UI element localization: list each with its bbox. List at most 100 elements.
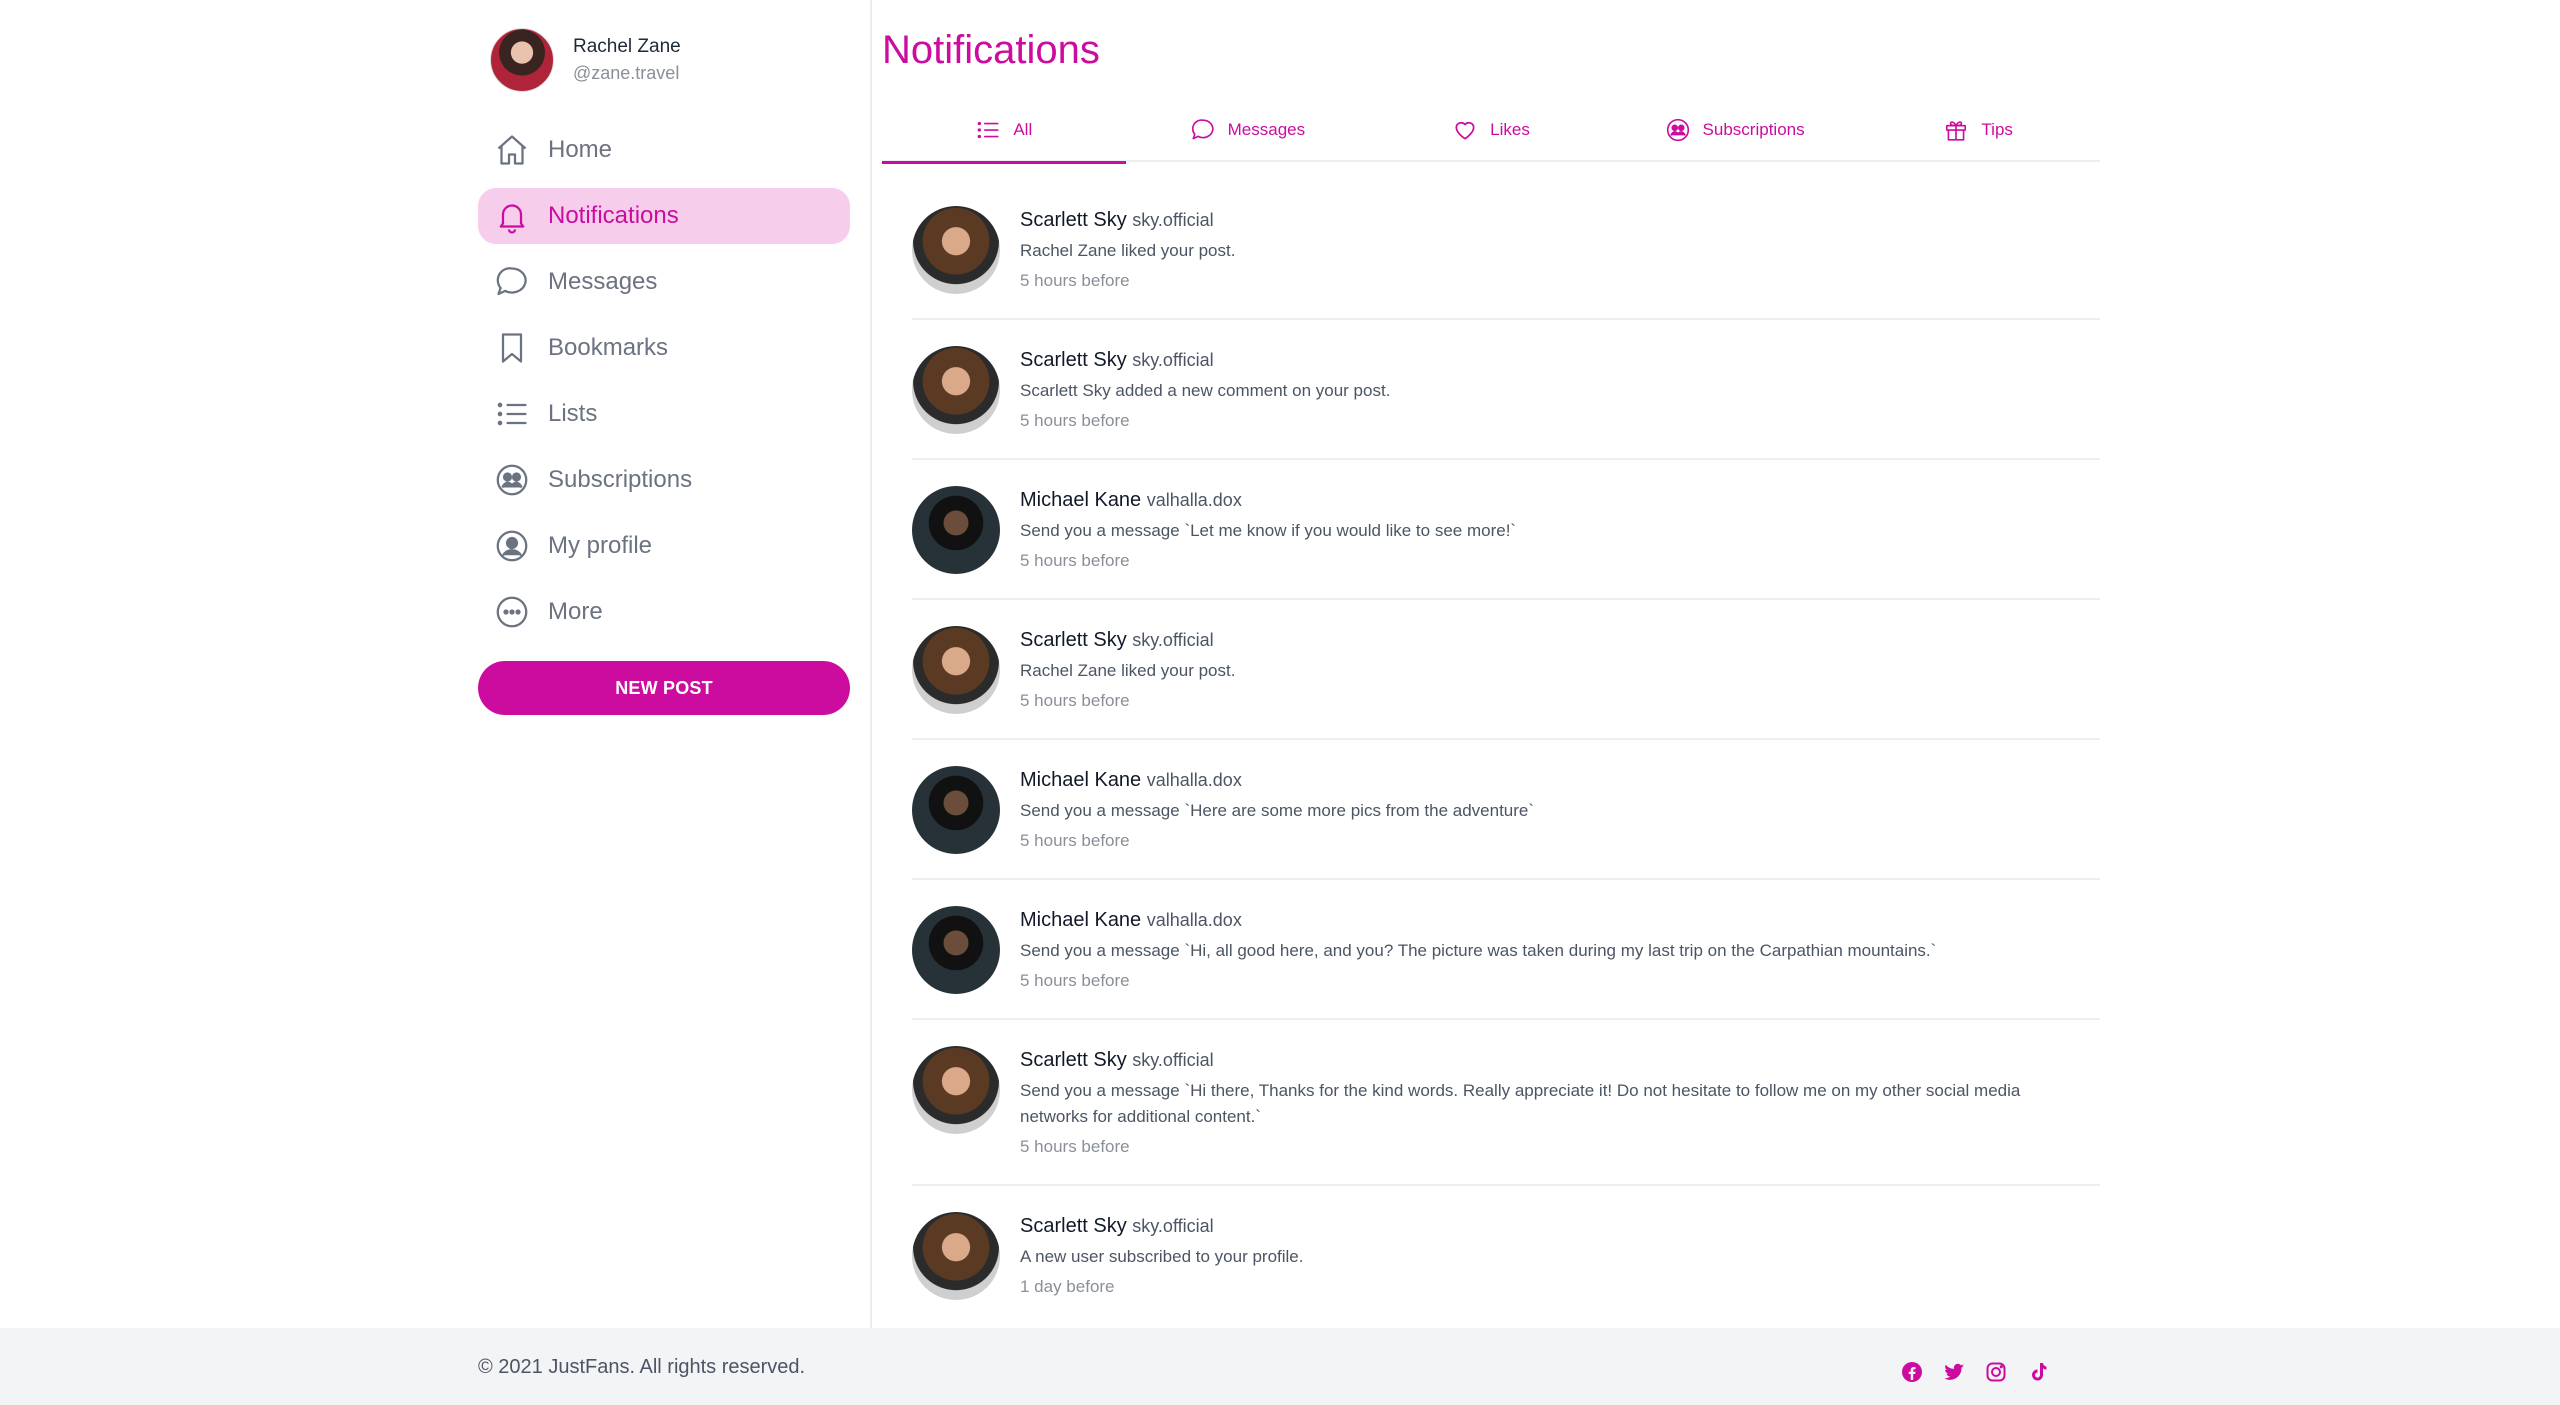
sidebar-item-label: More — [548, 598, 603, 625]
notification-item[interactable]: Scarlett Sky sky.official Send you a mess… — [912, 1020, 2100, 1186]
notification-user-name[interactable]: Scarlett Sky — [1020, 629, 1127, 651]
notification-item[interactable]: Scarlett Sky sky.official Rachel Zane lik… — [912, 180, 2100, 320]
notification-user-name[interactable]: Scarlett Sky — [1020, 349, 1127, 371]
user-handle: @zane.travel — [573, 63, 680, 83]
subscriptions-icon — [1665, 117, 1691, 143]
notification-item[interactable]: Scarlett Sky sky.official A new user subs… — [912, 1186, 2100, 1324]
tab-label: Likes — [1490, 120, 1530, 139]
avatar[interactable] — [490, 28, 554, 92]
tab-messages[interactable]: Messages — [1126, 98, 1370, 162]
notification-user-handle[interactable]: valhalla.dox — [1147, 490, 1242, 510]
list-icon — [494, 396, 530, 432]
avatar[interactable] — [912, 766, 1000, 854]
instagram-icon[interactable] — [1984, 1360, 2008, 1384]
page-title: Notifications — [882, 28, 1100, 72]
sidebar-item-subscriptions[interactable]: Subscriptions — [478, 452, 850, 508]
notification-body: Scarlett Sky sky.official Scarlett Sky ad… — [1020, 346, 1390, 434]
tab-label: Messages — [1227, 120, 1306, 139]
tab-tips[interactable]: Tips — [1856, 98, 2100, 162]
avatar[interactable] — [912, 906, 1000, 994]
notification-message: Send you a message `Here are some more p… — [1020, 801, 1535, 820]
sidebar-item-label: Subscriptions — [548, 466, 693, 493]
sidebar-item-bookmarks[interactable]: Bookmarks — [478, 320, 850, 376]
home-icon — [494, 132, 530, 168]
notification-message: Send you a message `Hi, all good here, a… — [1020, 941, 1937, 960]
avatar[interactable] — [912, 346, 1000, 434]
notification-time: 1 day before — [1020, 1277, 1115, 1296]
sidebar-nav: Home Notifications Messages Bookmarks Lists S… — [478, 122, 850, 650]
tab-likes[interactable]: Likes — [1369, 98, 1613, 162]
notification-item[interactable]: Michael Kane valhalla.dox Send you a mess… — [912, 740, 2100, 880]
avatar[interactable] — [912, 206, 1000, 294]
sidebar-item-label: Home — [548, 136, 613, 163]
notification-user-handle[interactable]: sky.official — [1132, 630, 1213, 650]
sidebar-item-home[interactable]: Home — [478, 122, 850, 178]
notification-user-name[interactable]: Michael Kane — [1020, 489, 1141, 511]
user-profile[interactable]: Rachel Zane @zane.travel — [490, 28, 681, 92]
notification-body: Michael Kane valhalla.dox Send you a mess… — [1020, 906, 1936, 994]
notification-user-name[interactable]: Michael Kane — [1020, 909, 1141, 931]
twitter-icon[interactable] — [1942, 1360, 1966, 1384]
sidebar-item-messages[interactable]: Messages — [478, 254, 850, 310]
notification-user-name[interactable]: Michael Kane — [1020, 769, 1141, 791]
notification-header: Scarlett Sky sky.official — [1020, 206, 1235, 234]
more-icon — [494, 594, 530, 630]
avatar[interactable] — [912, 626, 1000, 714]
notification-message: Rachel Zane liked your post. — [1020, 241, 1236, 260]
notification-time: 5 hours before — [1020, 691, 1130, 710]
copyright-text: © 2021 JustFans. All rights reserved. — [478, 1356, 806, 1378]
notification-user-handle[interactable]: sky.official — [1132, 1216, 1213, 1236]
notification-user-name[interactable]: Scarlett Sky — [1020, 1049, 1127, 1071]
sidebar-divider — [870, 0, 872, 1328]
notification-user-handle[interactable]: valhalla.dox — [1147, 770, 1242, 790]
notification-message: Send you a message `Let me know if you w… — [1020, 521, 1517, 540]
notification-item[interactable]: Scarlett Sky sky.official Rachel Zane lik… — [912, 600, 2100, 740]
notification-time: 5 hours before — [1020, 411, 1130, 430]
notification-user-name[interactable]: Scarlett Sky — [1020, 1215, 1127, 1237]
avatar[interactable] — [912, 1212, 1000, 1300]
notification-time: 5 hours before — [1020, 551, 1130, 570]
notification-time: 5 hours before — [1020, 271, 1130, 290]
avatar[interactable] — [912, 1046, 1000, 1134]
sidebar-item-more[interactable]: More — [478, 584, 850, 640]
sidebar-item-label: Messages — [548, 268, 658, 295]
notification-header: Michael Kane valhalla.dox — [1020, 766, 1534, 794]
notification-user-handle[interactable]: valhalla.dox — [1147, 910, 1242, 930]
sidebar-item-label: My profile — [548, 532, 653, 559]
bookmark-icon — [494, 330, 530, 366]
sidebar-item-label: Notifications — [548, 202, 679, 229]
profile-icon — [494, 528, 530, 564]
avatar[interactable] — [912, 486, 1000, 574]
tab-all[interactable]: All — [882, 98, 1126, 164]
social-links — [1900, 1360, 2050, 1384]
notification-header: Scarlett Sky sky.official — [1020, 626, 1235, 654]
notification-message: Rachel Zane liked your post. — [1020, 661, 1236, 680]
facebook-icon[interactable] — [1900, 1360, 1924, 1384]
new-post-button[interactable]: NEW POST — [478, 661, 850, 715]
notification-time: 5 hours before — [1020, 1137, 1130, 1156]
notification-body: Michael Kane valhalla.dox Send you a mess… — [1020, 486, 1516, 574]
tiktok-icon[interactable] — [2026, 1360, 2050, 1384]
notification-body: Scarlett Sky sky.official A new user subs… — [1020, 1212, 1303, 1300]
notification-user-handle[interactable]: sky.official — [1132, 1050, 1213, 1070]
notification-user-handle[interactable]: sky.official — [1132, 210, 1213, 230]
notification-item[interactable]: Michael Kane valhalla.dox Send you a mess… — [912, 460, 2100, 600]
notification-user-handle[interactable]: sky.official — [1132, 350, 1213, 370]
subscriptions-icon — [494, 462, 530, 498]
tab-subscriptions[interactable]: Subscriptions — [1613, 98, 1857, 162]
sidebar-item-lists[interactable]: Lists — [478, 386, 850, 442]
notification-item[interactable]: Scarlett Sky sky.official Scarlett Sky ad… — [912, 320, 2100, 460]
notification-body: Michael Kane valhalla.dox Send you a mess… — [1020, 766, 1534, 854]
sidebar-item-label: Lists — [548, 400, 598, 427]
sidebar: Rachel Zane @zane.travel Home Notificatio… — [478, 0, 870, 1328]
notification-user-name[interactable]: Scarlett Sky — [1020, 209, 1127, 231]
notification-item[interactable]: Michael Kane valhalla.dox Send you a mess… — [912, 880, 2100, 1020]
sidebar-item-label: Bookmarks — [548, 334, 669, 361]
sidebar-item-my-profile[interactable]: My profile — [478, 518, 850, 574]
notification-header: Scarlett Sky sky.official — [1020, 1212, 1303, 1240]
sidebar-item-notifications[interactable]: Notifications — [478, 188, 850, 244]
notification-tabs: All Messages Likes Subscriptions Tips — [882, 98, 2100, 164]
gift-icon — [1943, 117, 1969, 143]
notification-header: Michael Kane valhalla.dox — [1020, 906, 1936, 934]
tab-label: Subscriptions — [1702, 120, 1805, 139]
